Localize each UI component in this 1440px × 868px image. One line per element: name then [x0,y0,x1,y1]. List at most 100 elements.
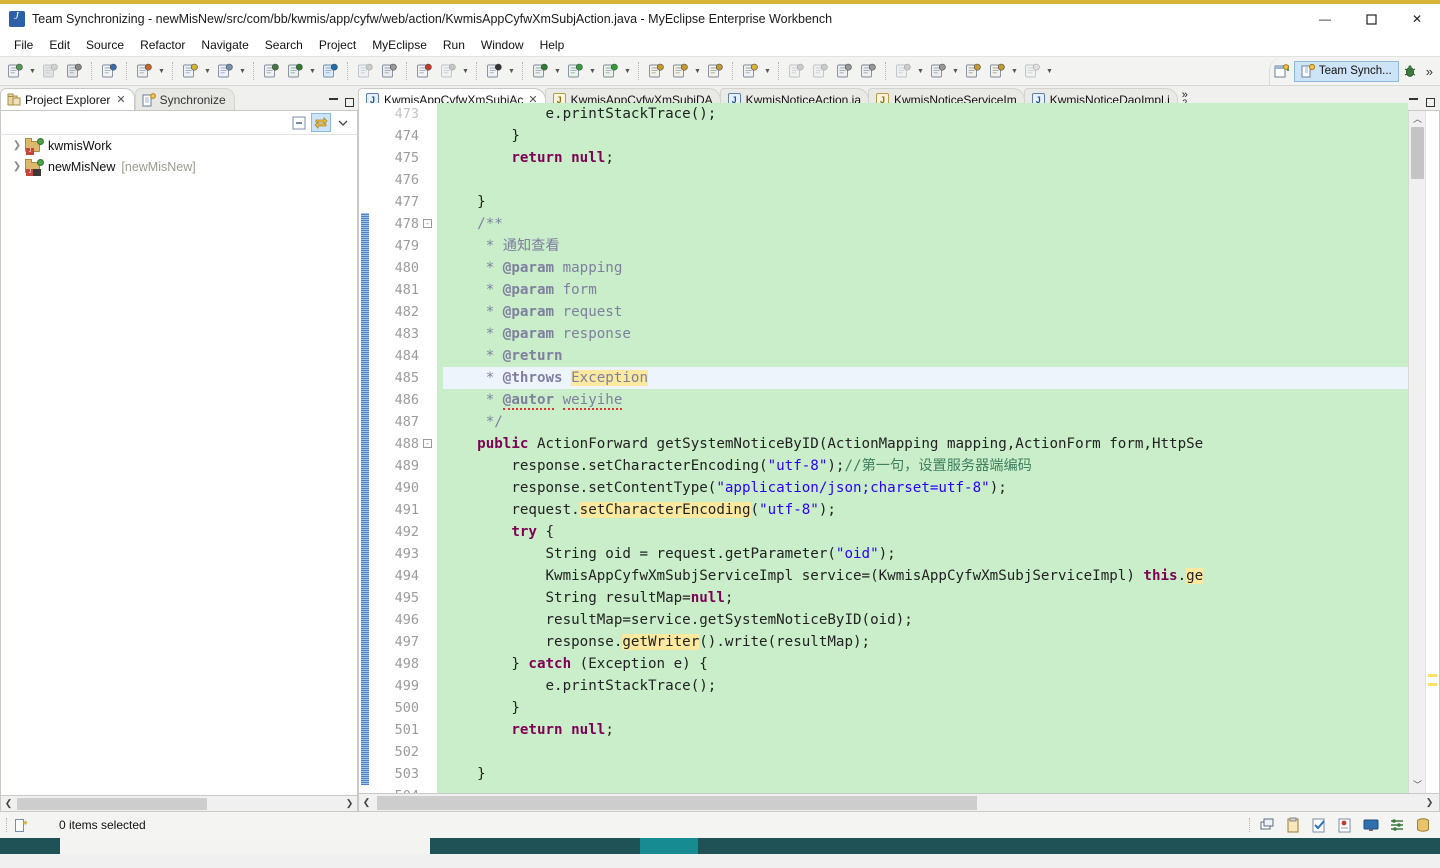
synchronize-icon[interactable] [739,60,761,82]
code-line[interactable]: * @return [443,345,1408,367]
tab-project-explorer[interactable]: Project Explorer ✕ [0,88,135,110]
new-java-package-icon[interactable] [669,60,691,82]
perspective-overflow-chevron[interactable]: » [1423,64,1436,79]
chevron-down-icon[interactable]: ▼ [1009,60,1020,82]
maximize-view-icon[interactable] [345,98,354,107]
code-line[interactable]: response.getWriter().write(resultMap); [443,631,1408,653]
clipboard-icon[interactable] [1284,817,1302,834]
code-line[interactable]: * @autor weiyihe [443,389,1408,411]
menu-window[interactable]: Window [473,36,532,54]
fold-toggle[interactable]: - [423,433,437,455]
tab-synchronize[interactable]: Synchronize [134,88,235,110]
fold-toggle[interactable]: - [423,213,437,235]
forward-icon[interactable] [1021,60,1043,82]
chevron-right-icon[interactable]: ❯ [9,140,25,151]
code-line[interactable]: * @throws Exception [443,367,1408,389]
menu-edit[interactable]: Edit [41,36,78,54]
link-with-editor-icon[interactable] [311,113,331,132]
maximize-editor-icon[interactable] [1426,98,1435,107]
menu-navigate[interactable]: Navigate [193,36,256,54]
minimize-editor-icon[interactable] [1409,98,1418,107]
folding-gutter[interactable]: -- [423,103,437,793]
chevron-down-icon[interactable]: ▼ [1044,60,1055,82]
code-line[interactable]: response.setCharacterEncoding("utf-8");/… [443,455,1408,477]
source-code-text[interactable]: e.printStackTrace(); } return null; } /*… [437,103,1408,793]
previous-annotation-icon[interactable] [927,60,949,82]
globe-icon[interactable] [319,60,341,82]
project-tree[interactable]: ❯ J kwmisWork ❯ J newMisNew [newMisNew] [0,134,358,796]
chevron-down-icon[interactable]: ▼ [27,60,38,82]
code-line[interactable]: } [443,191,1408,213]
restore-icon[interactable] [1258,817,1276,834]
deploy-myeclipse-icon[interactable] [133,60,155,82]
code-line[interactable]: response.setContentType("application/jso… [443,477,1408,499]
db-explorer-icon[interactable] [260,60,282,82]
next-annotation-icon[interactable] [892,60,914,82]
chevron-down-icon[interactable]: ▼ [692,60,703,82]
collapse-all-icon[interactable] [289,113,309,132]
search-icon[interactable] [437,60,459,82]
back-history-icon[interactable] [986,60,1008,82]
code-line[interactable]: String oid = request.getParameter("oid")… [443,543,1408,565]
scrollbar-thumb[interactable] [377,795,977,810]
close-button[interactable]: ✕ [1394,4,1440,34]
code-line[interactable] [443,169,1408,191]
database-icon[interactable] [1414,817,1432,834]
toggle-mark-occurrences-icon[interactable] [785,60,807,82]
tree-item-newMisNew[interactable]: ❯ J newMisNew [newMisNew] [1,156,357,177]
export-icon[interactable] [354,60,376,82]
display-icon[interactable] [1362,817,1380,834]
code-line[interactable]: * @param form [443,279,1408,301]
overview-ruler[interactable] [1425,111,1439,793]
bookmark-icon[interactable] [1336,817,1354,834]
menu-search[interactable]: Search [257,36,311,54]
debug-perspective-icon[interactable] [1400,60,1422,82]
save-icon[interactable] [39,60,61,82]
code-line[interactable]: request.setCharacterEncoding("utf-8"); [443,499,1408,521]
open-type-icon[interactable] [483,60,505,82]
start-server-icon[interactable] [179,60,201,82]
code-line[interactable]: * @param response [443,323,1408,345]
chevron-down-icon[interactable]: ▼ [622,60,633,82]
chevron-down-icon[interactable]: ▼ [915,60,926,82]
back-icon[interactable] [962,60,984,82]
open-browser-icon[interactable] [284,60,306,82]
task-check-icon[interactable] [1310,817,1328,834]
import-icon[interactable] [378,60,400,82]
debug-icon[interactable] [529,60,551,82]
open-perspective-icon[interactable] [1271,60,1293,82]
scroll-down-icon[interactable]: ﹀ [1409,777,1426,793]
code-line[interactable]: String resultMap=null; [443,587,1408,609]
new-jsp-icon[interactable] [98,60,120,82]
scroll-right-icon[interactable]: ❯ [342,798,357,809]
run-icon[interactable] [564,60,586,82]
project-tree-hscrollbar[interactable]: ❮ ❯ [0,796,358,812]
code-line[interactable]: return null; [443,719,1408,741]
new-java-class-icon[interactable] [645,60,667,82]
code-line[interactable]: KwmisAppCyfwXmSubjServiceImpl service=(K… [443,565,1408,587]
chevron-down-icon[interactable]: ▼ [307,60,318,82]
maximize-button[interactable] [1348,4,1394,34]
menu-project[interactable]: Project [311,36,364,54]
chevron-down-icon[interactable]: ▼ [506,60,517,82]
chevron-down-icon[interactable]: ▼ [950,60,961,82]
chevron-right-icon[interactable]: ❯ [9,161,25,172]
menu-myeclipse[interactable]: MyEclipse [364,36,435,54]
chevron-down-icon[interactable]: ▼ [587,60,598,82]
taskbar-window-button[interactable] [60,838,430,854]
code-line[interactable]: e.printStackTrace(); [443,675,1408,697]
perspective-team-synchronizing[interactable]: Team Synch... [1293,60,1399,82]
code-line[interactable]: e.printStackTrace(); [443,103,1408,125]
code-line[interactable]: /** [443,213,1408,235]
code-line[interactable]: * @param mapping [443,257,1408,279]
scroll-up-icon[interactable]: ︿ [1409,111,1426,127]
filter-icon[interactable] [1388,817,1406,834]
code-line[interactable] [443,785,1408,793]
pencil-icon[interactable] [809,60,831,82]
close-icon[interactable]: ✕ [116,93,125,106]
taskbar-active-app[interactable] [640,838,698,854]
code-line[interactable]: */ [443,411,1408,433]
editor-hscrollbar[interactable]: ❮ ❯ [358,794,1440,812]
show-whitespace-icon[interactable] [833,60,855,82]
minimize-button[interactable]: — [1302,4,1348,34]
